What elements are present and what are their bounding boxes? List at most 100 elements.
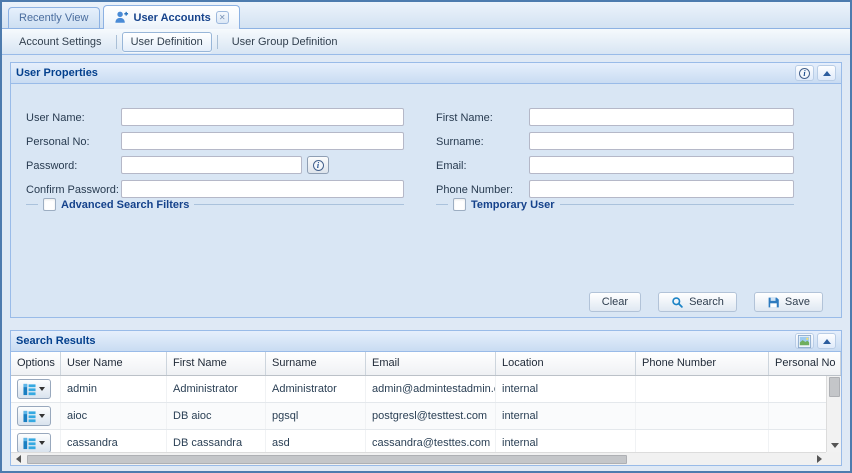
table-row[interactable]: cassandra DB cassandra asd cassandra@tes… [11, 430, 841, 452]
user-properties-header: User Properties i [11, 63, 841, 84]
row-options-button[interactable] [17, 379, 51, 399]
row-options-button[interactable] [17, 433, 51, 452]
column-header-first-name[interactable]: First Name [167, 352, 266, 375]
panel-title: Search Results [16, 335, 96, 347]
scrollbar-corner [826, 452, 841, 465]
tab-user-accounts[interactable]: User Accounts ✕ [102, 5, 240, 29]
tab-label: Recently View [19, 12, 89, 24]
column-header-user-name[interactable]: User Name [61, 352, 167, 375]
password-input[interactable] [121, 156, 302, 174]
fieldset-line [26, 204, 38, 205]
list-icon [23, 383, 36, 396]
temporary-user-checkbox[interactable] [453, 198, 466, 211]
cell-phone-number [636, 430, 769, 452]
grid-header-row: Options User Name First Name Surname Ema… [11, 352, 841, 376]
save-button[interactable]: Save [753, 292, 823, 312]
search-button[interactable]: Search [658, 292, 737, 312]
cell-first-name: DB cassandra [167, 430, 266, 452]
chevron-down-icon [39, 441, 45, 445]
scroll-right-button[interactable] [812, 453, 826, 465]
user-name-label: User Name: [26, 111, 85, 124]
fieldset-line [194, 204, 404, 205]
confirm-password-input[interactable] [121, 180, 404, 198]
arrow-left-icon [15, 455, 21, 463]
tab-label: User Accounts [133, 11, 211, 24]
toolbar-item-user-group-definition[interactable]: User Group Definition [223, 32, 347, 52]
search-results-header: Search Results [11, 331, 841, 352]
collapse-panel-button[interactable] [817, 65, 836, 81]
email-label: Email: [436, 159, 467, 172]
cell-surname: pgsql [266, 403, 366, 429]
horizontal-scrollbar[interactable] [11, 452, 826, 465]
advanced-search-filters-fieldset: Advanced Search Filters [26, 198, 404, 211]
table-row[interactable]: admin Administrator Administrator admin@… [11, 376, 841, 403]
close-icon[interactable]: ✕ [215, 11, 229, 24]
toolbar-item-account-settings[interactable]: Account Settings [10, 32, 111, 52]
toolbar-item-user-definition[interactable]: User Definition [121, 31, 212, 52]
phone-number-label: Phone Number: [436, 183, 514, 196]
cell-location: internal [496, 403, 636, 429]
panel-title: User Properties [16, 67, 98, 79]
surname-input[interactable] [529, 132, 794, 150]
scroll-left-button[interactable] [11, 453, 25, 465]
chevron-up-icon [822, 70, 831, 76]
chevron-down-icon [39, 387, 45, 391]
user-name-input[interactable] [121, 108, 404, 126]
clear-label: Clear [601, 296, 629, 308]
form-actions: Clear Search Save [588, 292, 823, 312]
scrollbar-thumb[interactable] [829, 377, 840, 397]
save-icon [767, 296, 780, 309]
tab-recently-view[interactable]: Recently View [8, 7, 100, 28]
info-glyph: i [799, 67, 810, 79]
chevron-down-icon [39, 414, 45, 418]
first-name-label: First Name: [436, 111, 493, 124]
cell-email: admin@admintestadmin.c... [366, 376, 496, 402]
personal-no-input[interactable] [121, 132, 404, 150]
vertical-scrollbar[interactable] [826, 376, 841, 452]
column-header-surname[interactable]: Surname [266, 352, 366, 375]
column-header-options[interactable]: Options [11, 352, 61, 375]
password-info-button[interactable]: i [307, 156, 329, 174]
row-options-button[interactable] [17, 406, 51, 426]
clear-button[interactable]: Clear [588, 292, 642, 312]
save-label: Save [784, 296, 810, 308]
first-name-input[interactable] [529, 108, 794, 126]
scroll-down-button[interactable] [827, 439, 841, 452]
user-add-icon [114, 10, 129, 25]
user-properties-form: User Name: Personal No: Password: Confir… [11, 84, 841, 318]
scrollbar-thumb[interactable] [27, 455, 627, 464]
export-icon[interactable] [795, 333, 814, 349]
table-row[interactable]: aioc DB aioc pgsql postgresl@testtest.co… [11, 403, 841, 430]
fieldset-line [559, 204, 794, 205]
cell-email: postgresl@testtest.com [366, 403, 496, 429]
cell-surname: asd [266, 430, 366, 452]
cell-location: internal [496, 430, 636, 452]
email-input[interactable] [529, 156, 794, 174]
cell-phone-number [636, 376, 769, 402]
arrow-right-icon [816, 455, 822, 463]
column-header-email[interactable]: Email [366, 352, 496, 375]
cell-first-name: Administrator [167, 376, 266, 402]
section-toolbar: Account Settings User Definition User Gr… [2, 29, 850, 55]
advanced-search-filters-checkbox[interactable] [43, 198, 56, 211]
list-icon [23, 437, 36, 450]
toolbar-separator [216, 34, 218, 49]
cell-user-name: admin [61, 376, 167, 402]
column-header-phone-number[interactable]: Phone Number [636, 352, 769, 375]
confirm-password-label: Confirm Password: [26, 183, 119, 196]
cell-first-name: DB aioc [167, 403, 266, 429]
password-label: Password: [26, 159, 78, 172]
arrow-down-icon [830, 443, 839, 448]
cell-user-name: aioc [61, 403, 167, 429]
column-header-location[interactable]: Location [496, 352, 636, 375]
results-grid: Options User Name First Name Surname Ema… [11, 352, 841, 465]
column-header-personal-no[interactable]: Personal No [769, 352, 841, 375]
cell-location: internal [496, 376, 636, 402]
user-properties-panel: User Properties i User Name: Personal No… [10, 62, 842, 318]
chevron-up-icon [822, 338, 831, 344]
phone-number-input[interactable] [529, 180, 794, 198]
collapse-panel-button[interactable] [817, 333, 836, 349]
personal-no-label: Personal No: [26, 135, 90, 148]
info-icon[interactable]: i [795, 65, 814, 81]
search-icon [671, 296, 684, 309]
